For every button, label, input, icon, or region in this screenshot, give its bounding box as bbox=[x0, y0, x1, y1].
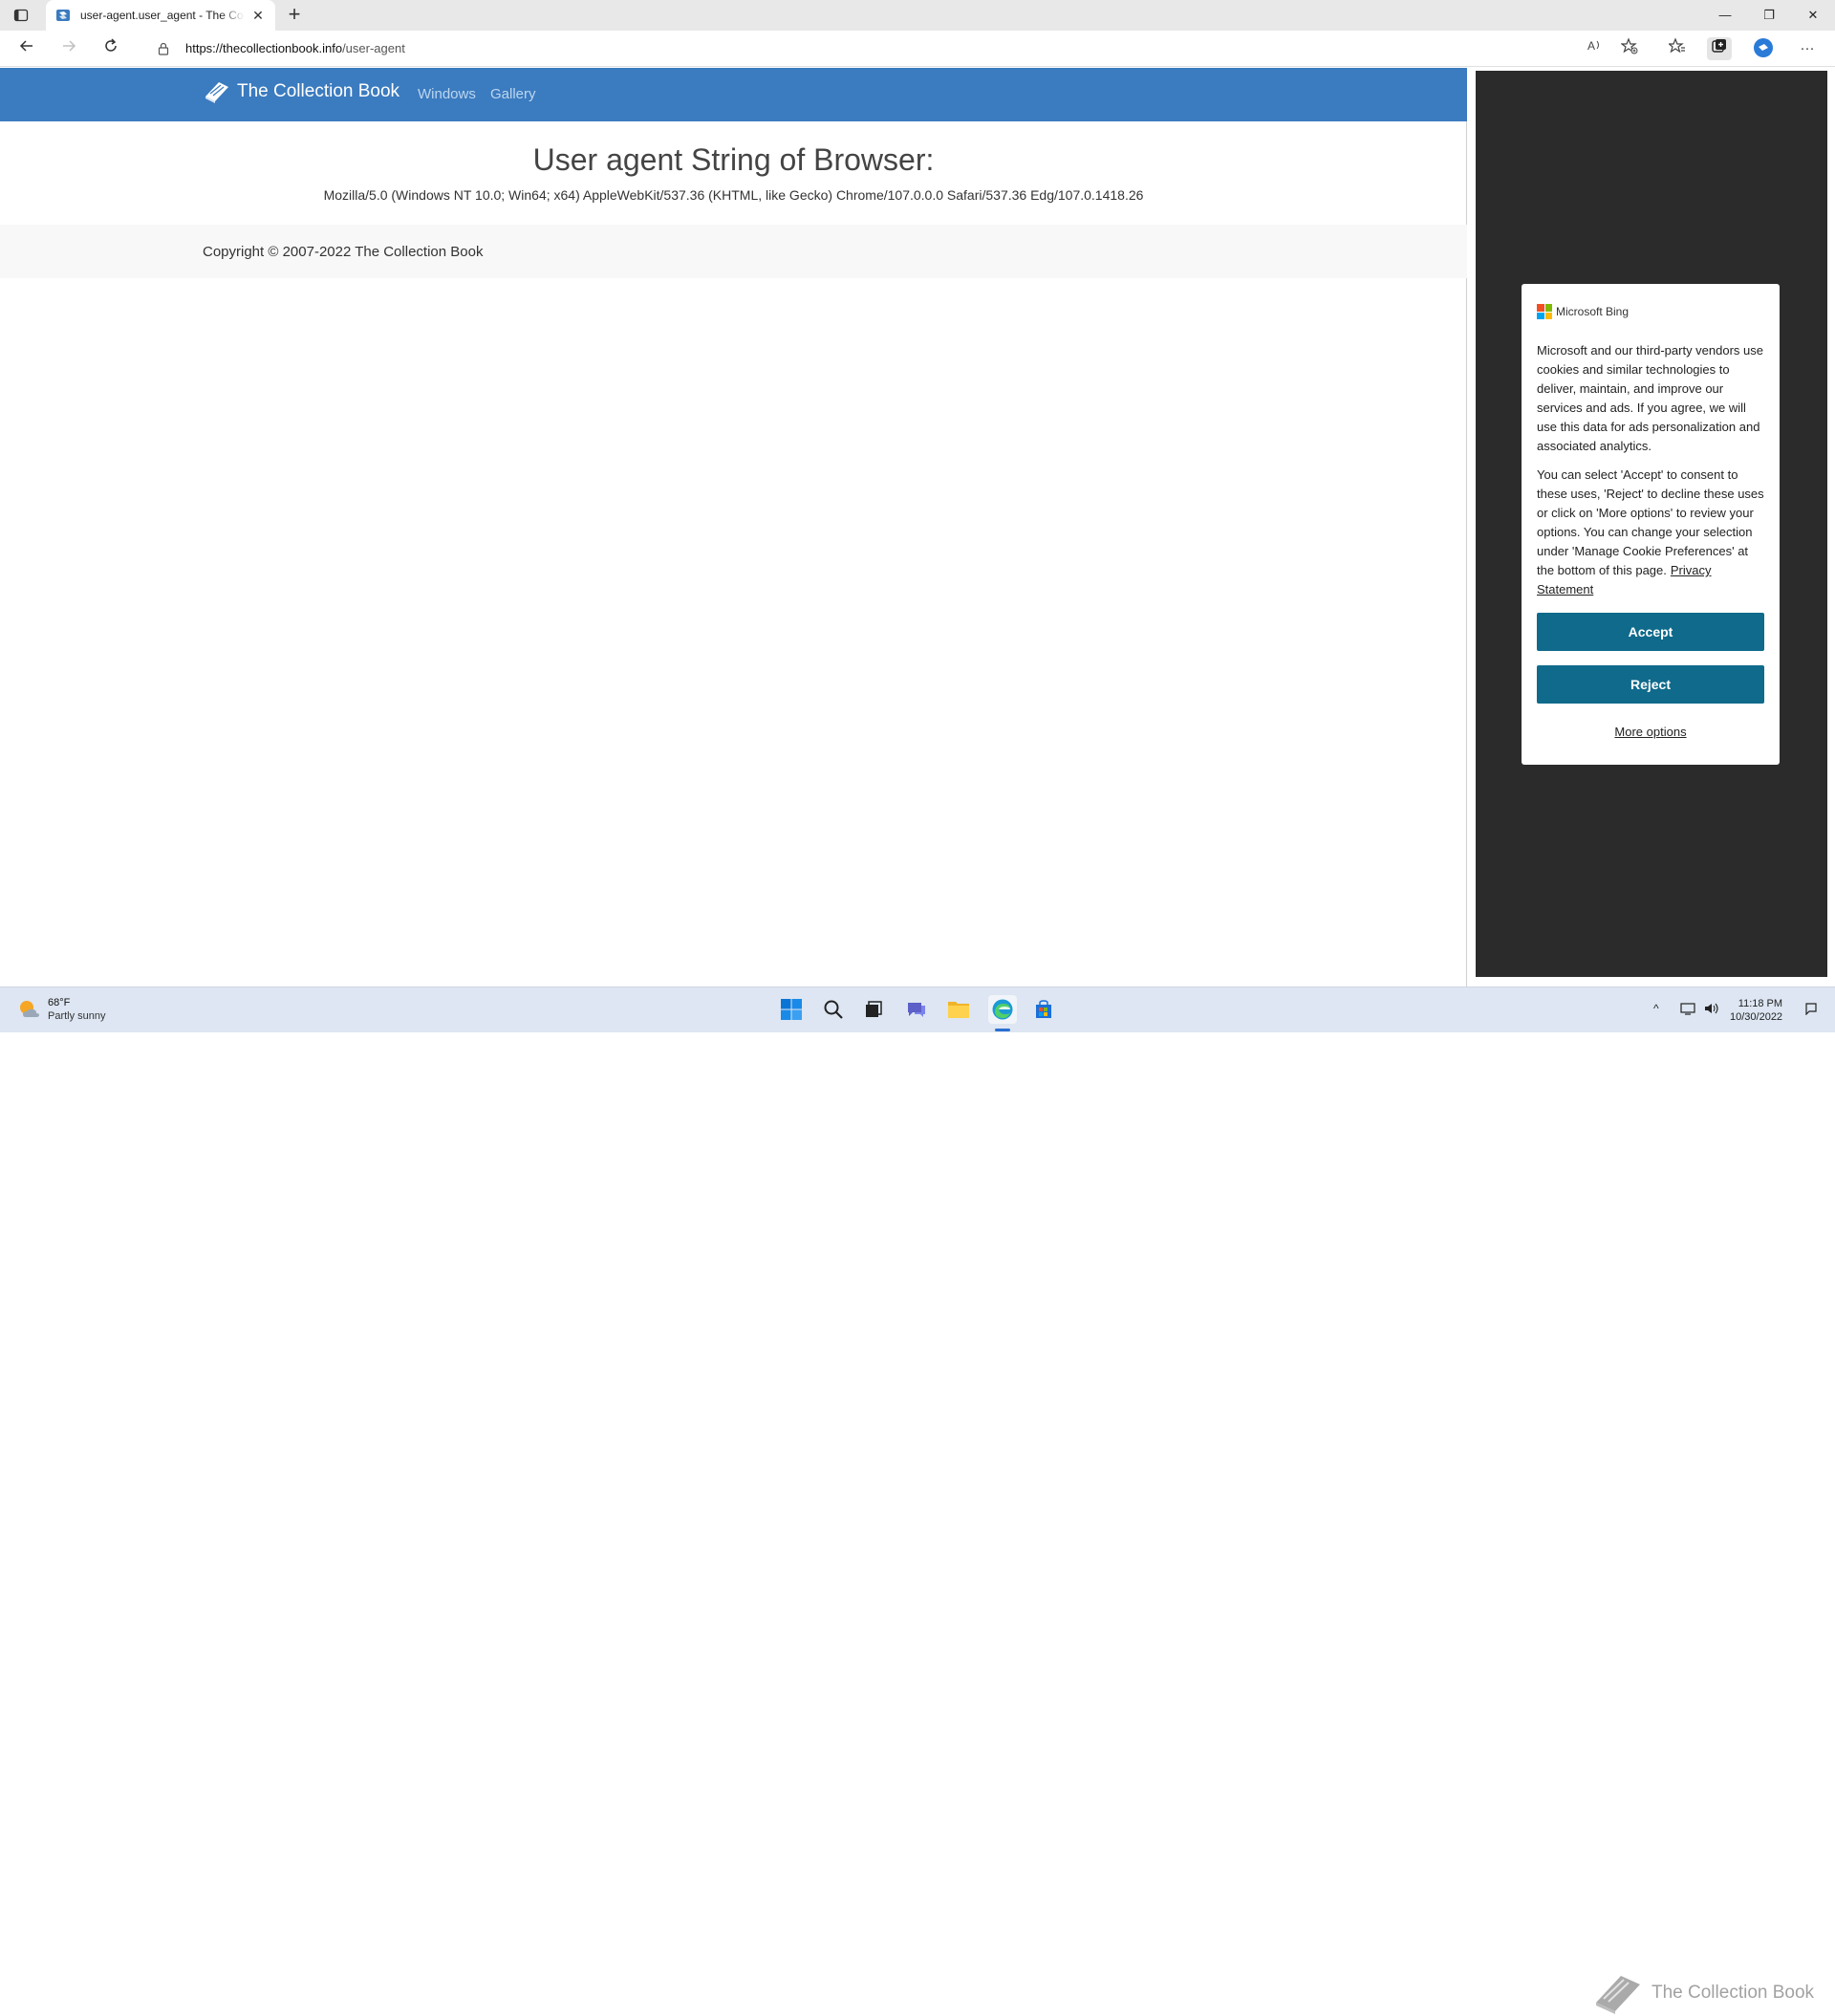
edge-icon bbox=[992, 999, 1013, 1020]
clock-time: 11:18 PM bbox=[1738, 998, 1783, 1009]
weather-widget[interactable]: 68°F Partly sunny bbox=[17, 996, 106, 1023]
cookie-text-1: Microsoft and our third-party vendors us… bbox=[1537, 343, 1763, 453]
tab-title: user-agent.user_agent - The Collection B… bbox=[80, 9, 245, 22]
system-clock[interactable]: 11:18 PM 10/30/2022 bbox=[1730, 997, 1782, 1024]
task-view-button[interactable] bbox=[859, 995, 888, 1024]
add-favorite-icon[interactable] bbox=[1617, 37, 1642, 60]
refresh-icon bbox=[105, 38, 117, 52]
store-icon bbox=[1036, 1000, 1051, 1018]
user-agent-string: Mozilla/5.0 (Windows NT 10.0; Win64; x64… bbox=[323, 187, 1144, 203]
read-aloud-icon[interactable]: A bbox=[1583, 37, 1608, 60]
active-app-indicator bbox=[995, 1029, 1010, 1031]
restore-button[interactable]: ❐ bbox=[1747, 0, 1791, 31]
folder-icon bbox=[948, 1002, 969, 1018]
search-icon bbox=[824, 1000, 843, 1019]
file-explorer-button[interactable] bbox=[944, 995, 973, 1024]
new-tab-button[interactable]: + bbox=[283, 4, 306, 27]
windows-start-icon bbox=[781, 999, 802, 1020]
back-arrow-icon bbox=[19, 40, 32, 52]
collections-icon[interactable] bbox=[1707, 37, 1732, 60]
tab-close-icon[interactable]: ✕ bbox=[250, 8, 266, 23]
minimize-button[interactable]: — bbox=[1703, 0, 1747, 31]
store-button[interactable] bbox=[1029, 995, 1058, 1024]
windows-taskbar: 68°F Partly sunny The Collection Book ^ … bbox=[0, 986, 1835, 2014]
start-button[interactable] bbox=[777, 995, 806, 1024]
site-footer: Copyright © 2007-2022 The Collection Boo… bbox=[0, 225, 1467, 278]
clock-date: 10/30/2022 bbox=[1730, 1011, 1783, 1023]
site-favicon-icon bbox=[55, 8, 71, 23]
more-menu-icon[interactable]: ··· bbox=[1795, 37, 1820, 60]
refresh-button[interactable] bbox=[99, 37, 122, 60]
volume-icon[interactable] bbox=[1703, 1002, 1720, 1018]
page-title: User agent String of Browser: bbox=[532, 142, 935, 177]
more-options-link[interactable]: More options bbox=[1537, 725, 1764, 739]
back-button[interactable] bbox=[15, 37, 38, 60]
watermark-text: The Collection Book bbox=[1652, 1983, 1815, 2003]
nav-link-windows[interactable]: Windows bbox=[418, 86, 476, 102]
book-logo-icon bbox=[205, 82, 228, 103]
browser-toolbar: https://thecollectionbook.info/user-agen… bbox=[0, 31, 1835, 67]
close-window-button[interactable]: ✕ bbox=[1791, 0, 1835, 31]
search-button[interactable] bbox=[819, 995, 848, 1024]
url-domain: https://thecollectionbook.info bbox=[185, 41, 343, 55]
watermark-logo: The Collection Book bbox=[1592, 1970, 1814, 2016]
microsoft-logo-icon bbox=[1537, 304, 1552, 319]
partly-sunny-icon bbox=[20, 1001, 39, 1017]
lock-icon[interactable] bbox=[157, 42, 170, 55]
site-navbar: The Collection Book Windows Gallery bbox=[0, 68, 1467, 121]
cookie-text-2-body: You can select 'Accept' to consent to th… bbox=[1537, 467, 1764, 577]
show-hidden-icons-icon[interactable]: ^ bbox=[1653, 1002, 1659, 1015]
teams-chat-button[interactable] bbox=[902, 995, 931, 1024]
url-path: /user-agent bbox=[342, 41, 405, 55]
tab-active[interactable]: user-agent.user_agent - The Collection B… bbox=[46, 0, 275, 31]
copyright-text: Copyright © 2007-2022 The Collection Boo… bbox=[203, 244, 484, 260]
forward-arrow-icon bbox=[63, 40, 76, 52]
notification-icon[interactable] bbox=[1804, 1002, 1818, 1018]
edge-button[interactable] bbox=[988, 995, 1017, 1024]
site-brand-text: The Collection Book bbox=[237, 81, 400, 101]
reject-button[interactable]: Reject bbox=[1537, 665, 1764, 704]
temperature: 68°F bbox=[48, 997, 71, 1008]
bing-brand-row: Microsoft Bing bbox=[1537, 303, 1764, 320]
url-text[interactable]: https://thecollectionbook.info/user-agen… bbox=[185, 34, 405, 63]
site-brand-link[interactable]: The Collection Book bbox=[203, 79, 399, 104]
tab-actions-icon[interactable] bbox=[13, 8, 29, 23]
web-page: The Collection Book Windows Gallery User… bbox=[0, 68, 1467, 987]
watermark-book-icon bbox=[1596, 1976, 1640, 2014]
cookie-text-2: You can select 'Accept' to consent to th… bbox=[1537, 466, 1764, 599]
chat-icon bbox=[908, 1003, 925, 1017]
cookie-consent-dialog: Microsoft Bing Microsoft and our third-p… bbox=[1522, 284, 1780, 765]
bing-brand-label: Microsoft Bing bbox=[1556, 305, 1630, 318]
svg-text:A: A bbox=[1587, 39, 1595, 53]
forward-button[interactable] bbox=[57, 37, 80, 60]
task-view-icon bbox=[866, 1001, 882, 1017]
weather-condition: Partly sunny bbox=[48, 1010, 106, 1022]
network-icon[interactable] bbox=[1680, 1002, 1695, 1018]
accept-button[interactable]: Accept bbox=[1537, 613, 1764, 651]
favorites-icon[interactable] bbox=[1665, 37, 1690, 60]
sidebar-panel: Microsoft Bing Microsoft and our third-p… bbox=[1476, 71, 1827, 977]
profile-icon[interactable] bbox=[1751, 37, 1776, 60]
address-bar[interactable]: https://thecollectionbook.info/user-agen… bbox=[143, 34, 1558, 63]
nav-link-gallery[interactable]: Gallery bbox=[490, 86, 536, 102]
browser-tab-bar: user-agent.user_agent - The Collection B… bbox=[0, 0, 1835, 31]
